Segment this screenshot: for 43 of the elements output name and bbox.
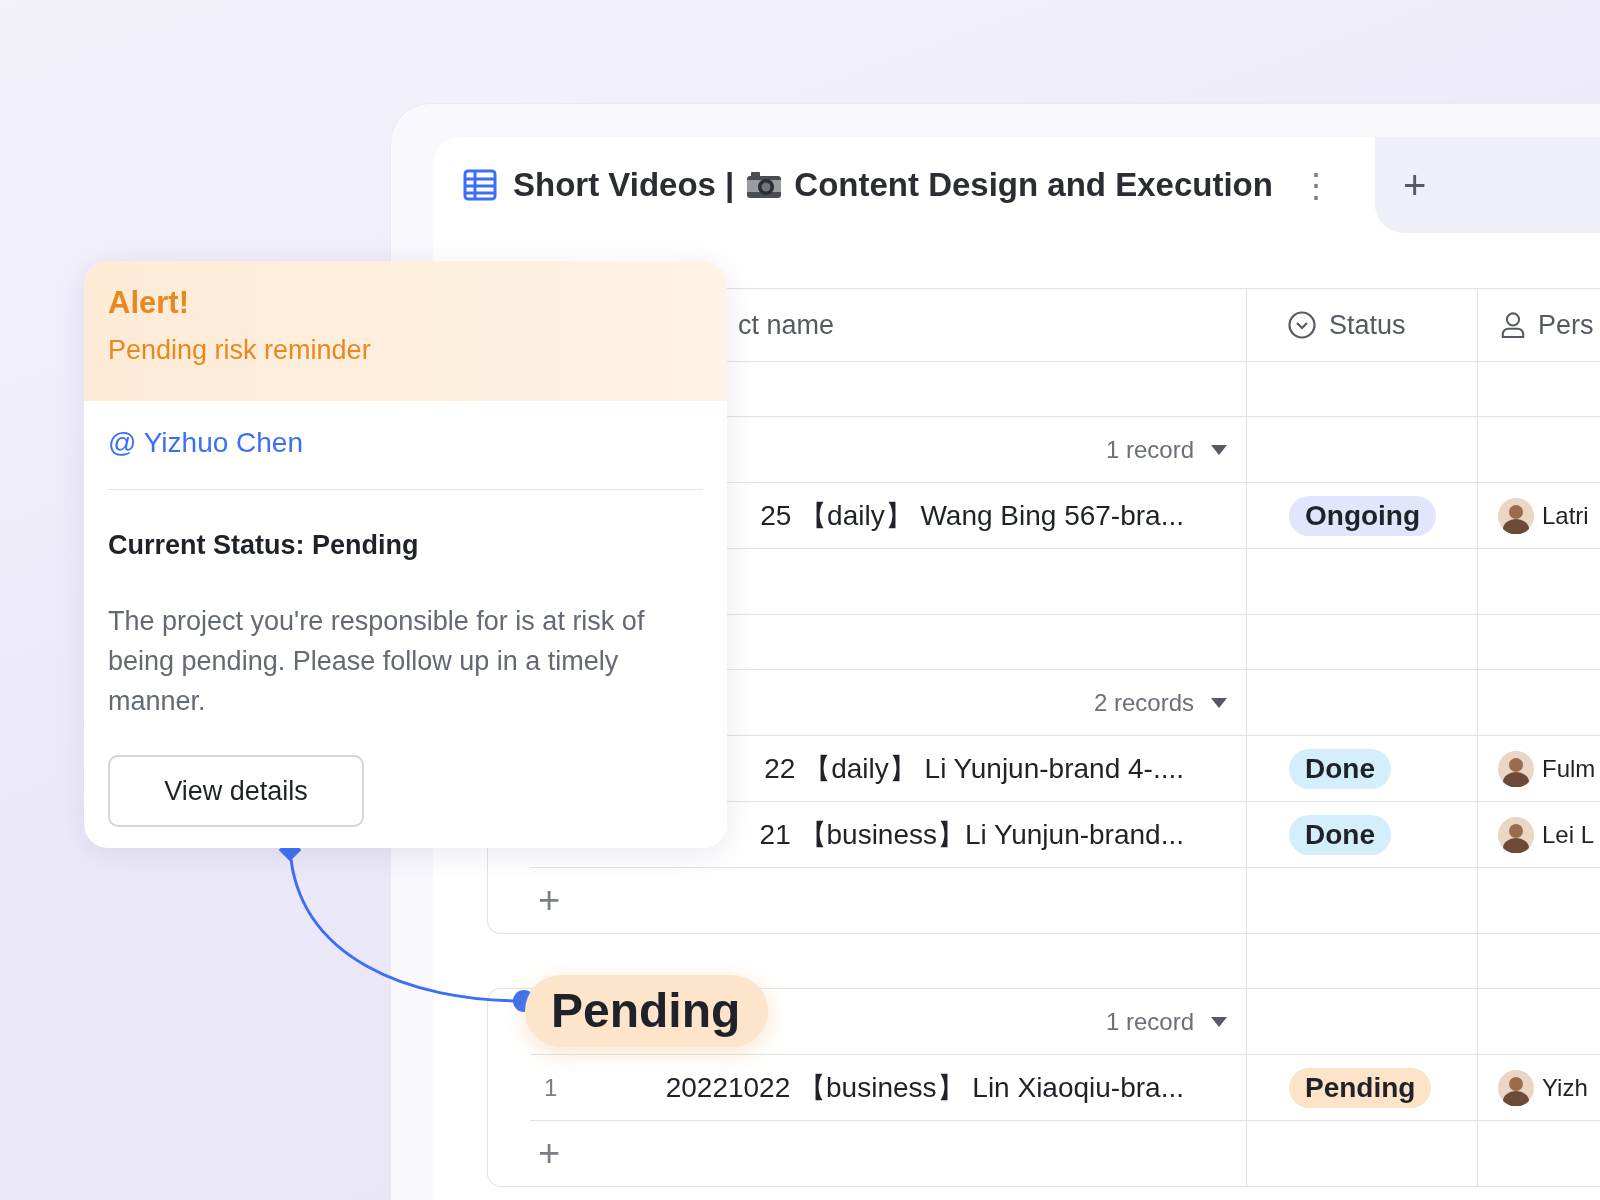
chevron-circle-icon [1287,310,1317,340]
camera-icon [746,170,783,200]
person-name: Lei L [1542,820,1595,849]
project-name: 21 【business】Li Yunjun-brand... [759,817,1184,852]
caret-icon[interactable] [1210,1015,1228,1028]
project-name: 20221022 【business】 Lin Xiaoqiu-bra... [665,1070,1184,1105]
table-icon [463,168,497,202]
caret-icon[interactable] [1210,696,1228,709]
view-details-button[interactable]: View details [108,755,364,827]
project-name: 25 【daily】 Wang Bing 567-bra... [760,498,1184,533]
alert-message: The project you're responsible for is at risk of being pending. Please follow up in a timely manner. [108,605,646,718]
avatar-icon [1498,497,1534,534]
person-icon [1500,311,1526,339]
tab-title: Content Design and Execution [794,166,1273,204]
avatar-icon [1498,750,1534,787]
status-callout: Pending [525,975,769,1047]
alert-title: Alert! [108,285,190,321]
more-button[interactable]: ⋮ [1298,165,1333,205]
row-number: 1 [543,1073,558,1102]
person-name: Fulm [1542,754,1596,783]
avatar-icon [1498,1069,1534,1106]
record-count: 2 records [1093,688,1194,717]
mention-link[interactable]: @ Yizhuo Chen [108,427,303,458]
record-count: 1 record [1105,435,1194,464]
status-tag: Done [1289,748,1391,789]
status-line: Current Status: Pending [108,530,420,561]
status-tag: Pending [1289,1067,1432,1108]
column-header: Status [1329,309,1406,341]
alert-subtitle: Pending risk reminder [108,335,372,366]
column-header: Pers [1538,309,1594,341]
person-name: Yizh [1542,1073,1588,1102]
add-tab-button[interactable]: + [1403,162,1427,208]
record-count: 1 record [1105,1007,1194,1036]
add-record-button[interactable]: + [530,1132,561,1175]
tab-title: Short Videos | [513,166,735,204]
avatar-icon [1498,816,1534,853]
status-tag: Ongoing [1289,495,1437,536]
caret-icon[interactable] [1210,443,1228,456]
add-record-button[interactable]: + [530,879,561,922]
column-header: ct name [737,309,835,341]
status-tag: Done [1289,814,1391,855]
project-name: 22 【daily】 Li Yunjun-brand 4-.... [764,751,1184,786]
person-name: Latri [1542,501,1589,530]
